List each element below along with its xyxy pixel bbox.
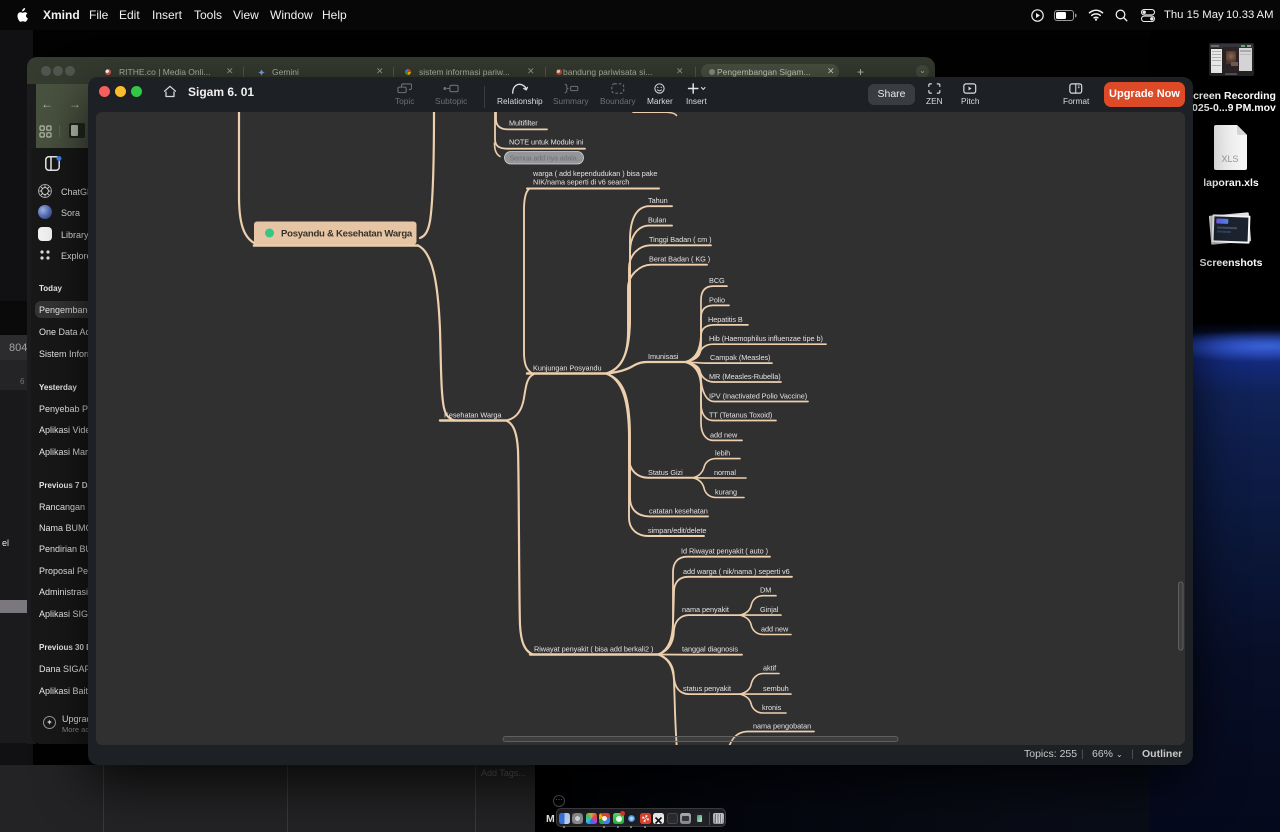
svg-text:Hib (Haemophilus influenzae ti: Hib (Haemophilus influenzae tipe b): [709, 334, 823, 343]
svg-text:add new: add new: [761, 625, 789, 634]
svg-text:normal: normal: [714, 468, 736, 477]
svg-text:status penyakit: status penyakit: [683, 684, 731, 693]
svg-text:nama penyakit: nama penyakit: [682, 605, 729, 614]
svg-text:kronis: kronis: [762, 703, 782, 712]
svg-text:NIK/nama seperti di v6 search: NIK/nama seperti di v6 search: [533, 178, 629, 187]
svg-text:tanggal diagnosis: tanggal diagnosis: [682, 645, 738, 654]
svg-text:Imunisasi: Imunisasi: [648, 352, 679, 361]
svg-text:DM: DM: [760, 586, 771, 595]
svg-text:lebih: lebih: [715, 449, 730, 458]
svg-text:sembuh: sembuh: [763, 684, 789, 693]
svg-text:Status Gizi: Status Gizi: [648, 468, 683, 477]
svg-text:Campak (Measles): Campak (Measles): [710, 353, 770, 362]
svg-text:XLS: XLS: [1221, 154, 1238, 164]
svg-text:Riwayat penyakit ( bisa add be: Riwayat penyakit ( bisa add berkali2 ): [534, 645, 653, 654]
svg-text:Tahun: Tahun: [648, 196, 668, 205]
svg-text:add warga ( nik/nama ) seperti: add warga ( nik/nama ) seperti v6: [683, 567, 790, 576]
svg-text:simpan/edit/delete: simpan/edit/delete: [648, 526, 706, 535]
svg-text:add new: add new: [710, 430, 738, 439]
svg-text:Berat Badan ( KG ): Berat Badan ( KG ): [649, 255, 710, 264]
svg-text:Ginjal: Ginjal: [760, 605, 779, 614]
svg-text:MR (Measles-Rubella): MR (Measles-Rubella): [709, 372, 781, 381]
svg-text:aktif: aktif: [763, 664, 777, 673]
svg-text:nama pengobatan: nama pengobatan: [753, 722, 811, 731]
svg-text:Hepatitis B: Hepatitis B: [708, 315, 743, 324]
svg-text:Multifilter: Multifilter: [509, 119, 538, 128]
svg-text:Semua add nya adala...: Semua add nya adala...: [510, 153, 583, 162]
svg-text:TT (Tetanus Toxoid): TT (Tetanus Toxoid): [709, 411, 772, 420]
svg-text:NOTE untuk Module ini: NOTE untuk Module ini: [509, 138, 584, 147]
svg-text:catatan kesehatan: catatan kesehatan: [649, 506, 708, 515]
svg-text:Id Riwayat penyakit ( auto ): Id Riwayat penyakit ( auto ): [681, 547, 768, 556]
svg-text:IPV (Inactivated Polio Vaccine: IPV (Inactivated Polio Vaccine): [709, 392, 807, 401]
svg-text:Tinggi Badan ( cm ): Tinggi Badan ( cm ): [649, 235, 711, 244]
svg-text:Kunjungan Posyandu: Kunjungan Posyandu: [533, 364, 601, 373]
svg-text:Posyandu & Kesehatan Warga: Posyandu & Kesehatan Warga: [281, 229, 413, 240]
svg-text:Polio: Polio: [709, 295, 725, 304]
svg-text:kurang: kurang: [715, 488, 737, 497]
svg-text:BCG: BCG: [709, 276, 725, 285]
svg-text:Bulan: Bulan: [648, 216, 666, 225]
svg-text:Kesehatan Warga: Kesehatan Warga: [444, 411, 502, 420]
